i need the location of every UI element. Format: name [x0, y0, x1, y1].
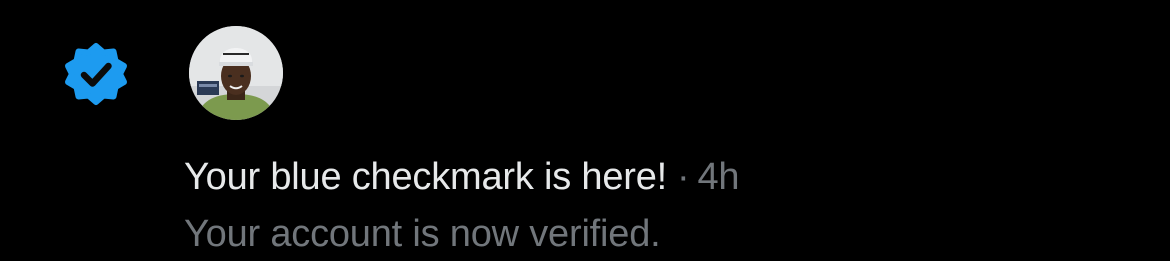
verified-badge-icon — [64, 42, 128, 106]
notification-body: Your account is now verified. — [184, 213, 661, 255]
separator-dot: · — [677, 156, 690, 198]
notification-title: Your blue checkmark is here! — [184, 156, 668, 198]
notification-headline: Your blue checkmark is here! · 4h — [184, 150, 740, 204]
user-avatar[interactable] — [189, 26, 283, 120]
timestamp: 4h — [697, 156, 740, 198]
notification-item[interactable]: Your blue checkmark is here! · 4h Your acc… — [0, 0, 1170, 255]
